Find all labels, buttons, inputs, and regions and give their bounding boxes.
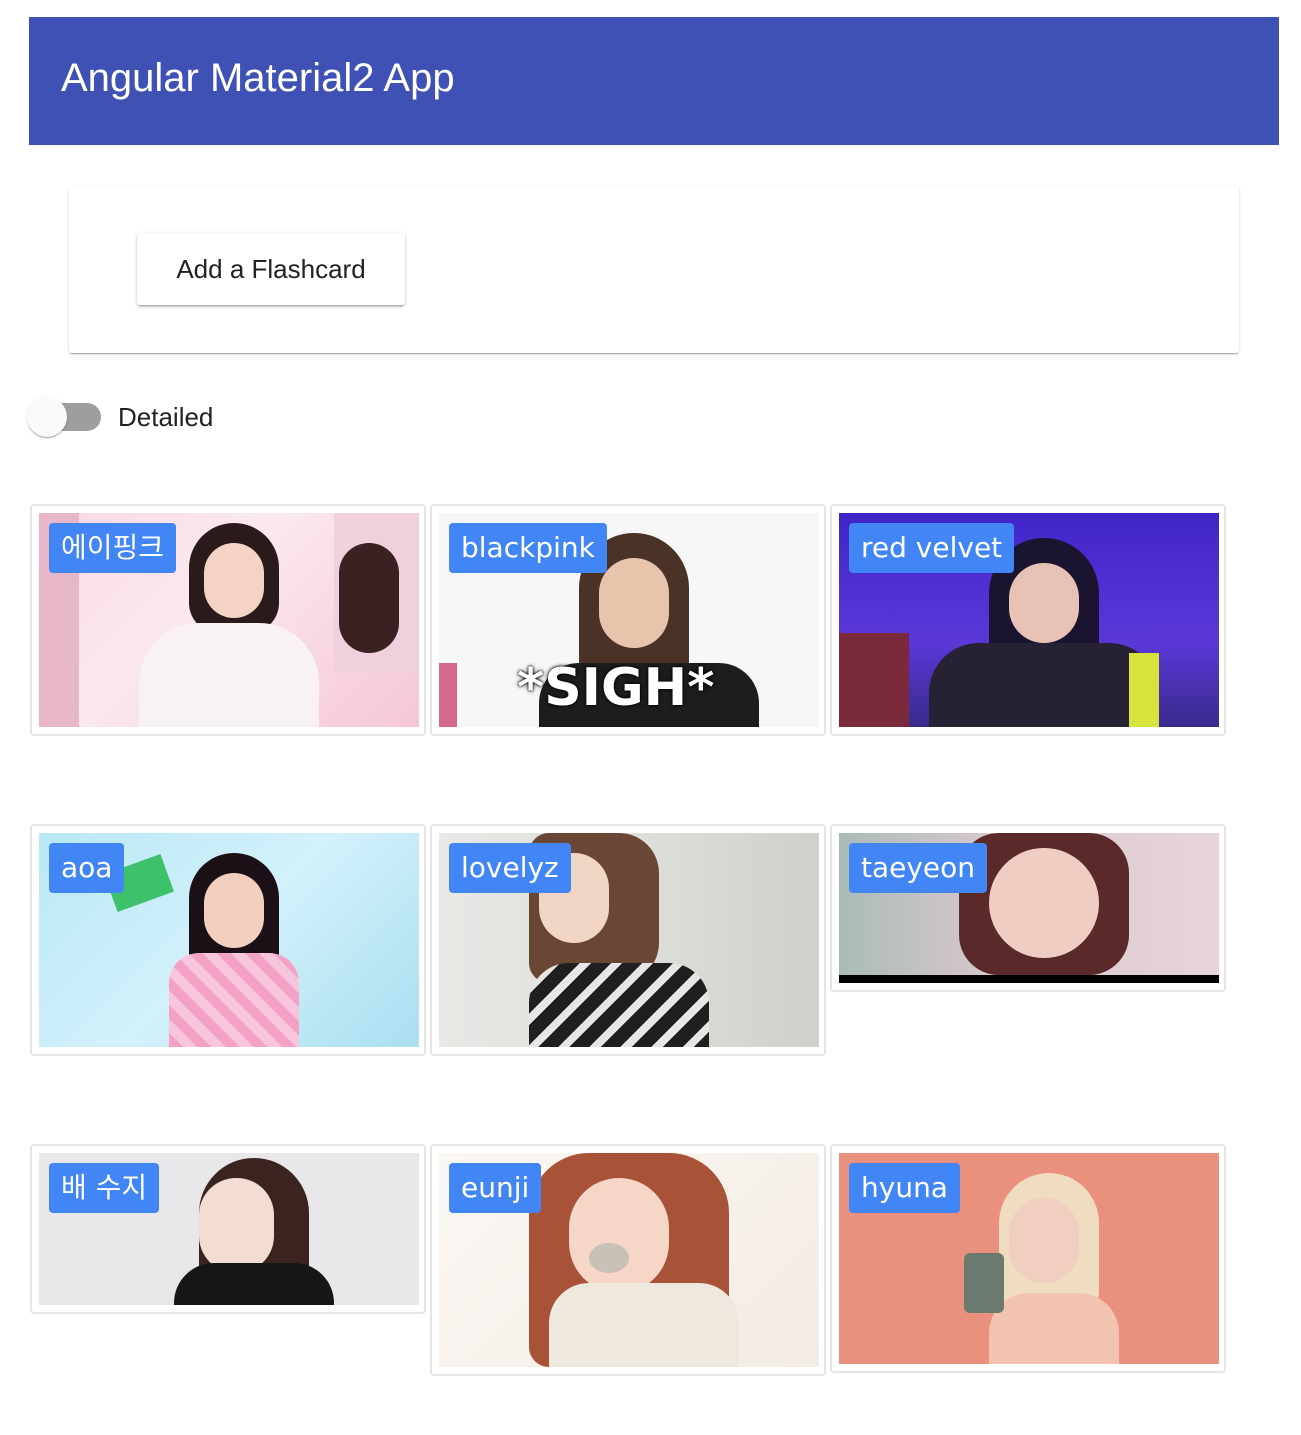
image-detail [569,1178,669,1293]
flashcard-tile[interactable]: hyuna [830,1144,1226,1373]
flashcard-image: taeyeon [839,833,1219,983]
flashcard-tile[interactable]: red velvet [830,504,1226,736]
image-detail [839,633,909,727]
image-detail [1009,1198,1079,1283]
flashcard-image: red velvet [839,513,1219,727]
image-detail [439,663,457,727]
image-detail [589,1243,629,1273]
image-detail [139,623,319,727]
detailed-toggle[interactable]: Detailed [27,396,214,438]
flashcard-image: *SIGH* blackpink [439,513,819,727]
image-detail [549,1283,739,1367]
image-detail [339,543,399,653]
flashcard-tile[interactable]: 배 수지 [30,1144,426,1314]
flashcard-image: aoa [39,833,419,1047]
image-detail [1009,563,1079,643]
flashcard-image: hyuna [839,1153,1219,1364]
toggle-thumb[interactable] [27,397,67,437]
image-detail [199,1178,274,1273]
toggle-track[interactable] [27,397,101,437]
flashcard-tile[interactable]: taeyeon [830,824,1226,992]
image-detail [839,975,1219,983]
tile-label: red velvet [849,523,1015,573]
app-toolbar: Angular Material2 App [29,17,1279,145]
toggle-label: Detailed [118,401,214,432]
flashcard-tile[interactable]: eunji [430,1144,826,1376]
image-detail [989,848,1099,958]
flashcard-image: 에이핑크 [39,513,419,727]
image-detail [169,953,299,1047]
flashcard-image: 배 수지 [39,1153,419,1305]
tile-label: aoa [49,843,125,893]
flashcard-tile[interactable]: lovelyz [430,824,826,1056]
tile-label: blackpink [449,523,607,573]
add-flashcard-button[interactable]: Add a Flashcard [137,233,405,305]
image-detail [529,963,709,1047]
tile-label: 배 수지 [49,1163,160,1213]
app-title: Angular Material2 App [61,55,455,100]
flashcard-tile[interactable]: 에이핑크 [30,504,426,736]
tile-label: taeyeon [849,843,988,893]
image-detail [964,1253,1004,1313]
image-detail [204,543,264,618]
image-detail [929,643,1159,727]
image-detail [599,558,669,648]
image-detail [989,1293,1119,1364]
image-detail [174,1263,334,1305]
flashcard-image: lovelyz [439,833,819,1047]
flashcard-form-card: Add a Flashcard [69,185,1239,353]
tile-label: lovelyz [449,843,571,893]
flashcard-image: eunji [439,1153,819,1367]
tile-label: 에이핑크 [49,523,177,573]
tile-label: hyuna [849,1163,960,1213]
image-detail [204,873,264,948]
flashcard-tile[interactable]: *SIGH* blackpink [430,504,826,736]
image-caption: *SIGH* [517,658,715,718]
image-detail [1129,653,1159,727]
tile-label: eunji [449,1163,542,1213]
flashcard-tile[interactable]: aoa [30,824,426,1056]
